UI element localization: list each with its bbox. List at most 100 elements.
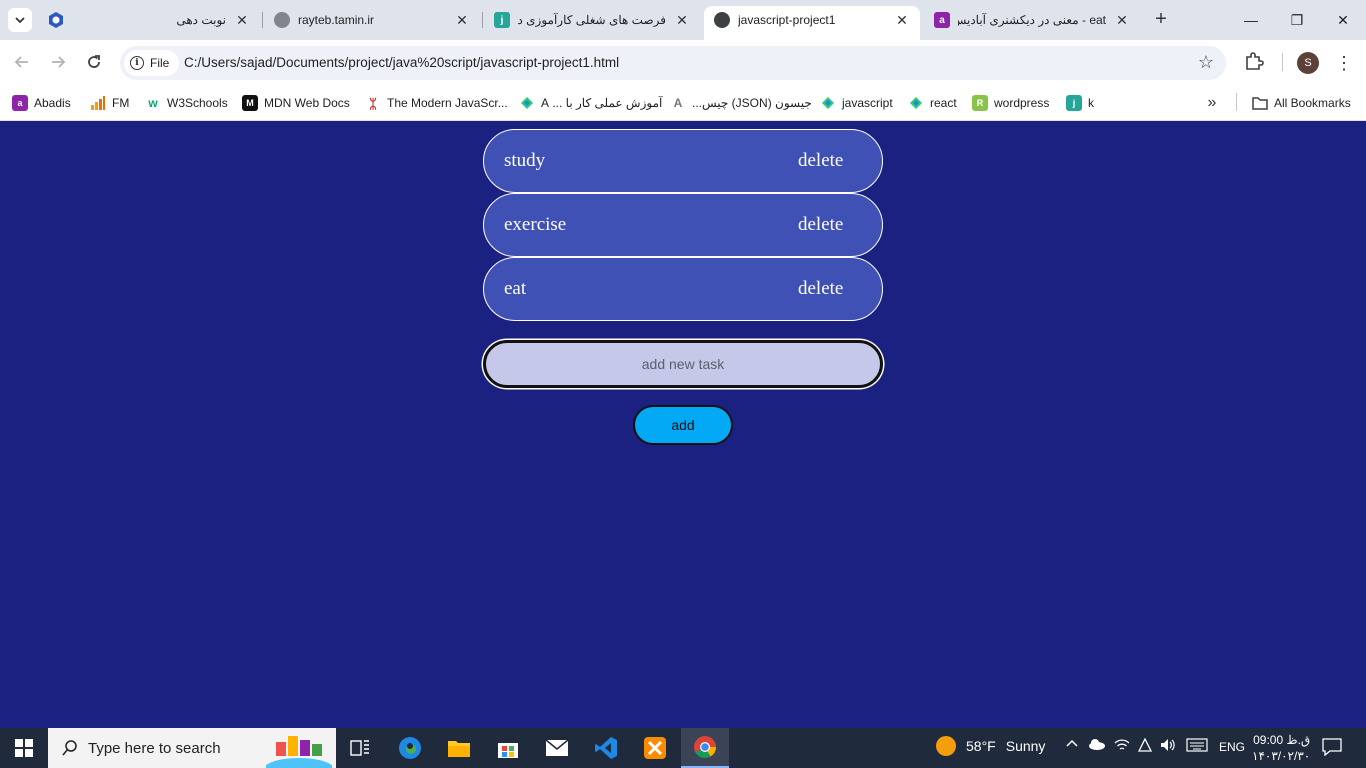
mail-app[interactable] (533, 728, 581, 768)
tab-rayteb[interactable]: rayteb.tamin.ir ✕ (264, 6, 480, 34)
abadis-icon: a (934, 12, 950, 28)
bookmark-label: W3Schools (167, 96, 228, 110)
bookmark-modern-js[interactable]: ᛯ The Modern JavaScr... (365, 91, 508, 115)
mail-icon (545, 739, 569, 756)
bookmark-label: The Modern JavaScr... (387, 96, 508, 110)
bookmarks-bar: a Abadis FM w W3Schools M MDN Web Docs ᛯ… (0, 85, 1366, 121)
bookmarks-divider (1236, 93, 1237, 111)
vscode-app[interactable] (582, 728, 630, 768)
new-tab-button[interactable]: + (1150, 9, 1172, 31)
network-icon[interactable] (1137, 737, 1153, 755)
weather-temp: 58°F (966, 738, 996, 754)
add-task-button[interactable]: add (633, 405, 733, 445)
close-icon[interactable]: ✕ (1114, 12, 1130, 28)
menu-icon[interactable]: ⋮ (1334, 50, 1354, 76)
bookmark-star-icon[interactable]: ☆ (1198, 52, 1214, 73)
task-view-button[interactable] (336, 728, 384, 768)
windows-logo-icon (15, 739, 33, 757)
task-item: exercise delete (483, 193, 883, 257)
reload-button[interactable] (80, 48, 108, 76)
tab-javascript-project1[interactable]: javascript-project1 ✕ (704, 6, 920, 40)
delete-button[interactable]: delete (798, 278, 843, 300)
profile-avatar[interactable]: S (1297, 52, 1319, 74)
bookmark-k[interactable]: j k (1066, 91, 1094, 115)
bookmark-react[interactable]: react (908, 91, 957, 115)
tab-appointment[interactable]: نوبت دهی ✕ (80, 6, 260, 34)
bookmark-wordpress[interactable]: R wordpress (972, 91, 1049, 115)
chrome-app[interactable] (681, 728, 729, 768)
extensions-button[interactable] (1242, 49, 1266, 73)
bookmark-sabzlearn[interactable]: آموزش عملی کار با ... A (519, 91, 662, 115)
jobinja-icon: j (1066, 95, 1082, 111)
onedrive-icon[interactable] (1088, 738, 1106, 753)
file-explorer-app[interactable] (435, 728, 483, 768)
restore-button[interactable]: ❐ (1274, 0, 1320, 40)
notification-icon (1322, 738, 1342, 757)
taskbar-search[interactable]: Type here to search (48, 728, 336, 768)
forward-arrow-icon (52, 56, 66, 68)
task-name: eat (504, 278, 527, 299)
notification-button[interactable] (1322, 738, 1342, 757)
w3schools-icon: w (145, 95, 161, 111)
tab-abadis[interactable]: a eat - معنی در دیکشنری آبادیس ✕ (924, 6, 1140, 34)
chevron-down-icon (15, 17, 25, 24)
bookmark-label: react (930, 96, 957, 110)
puzzle-icon (1246, 52, 1264, 70)
xampp-app[interactable] (631, 728, 679, 768)
close-icon[interactable]: ✕ (454, 12, 470, 28)
tab-search-button[interactable] (8, 8, 32, 32)
wifi-icon[interactable] (1114, 738, 1130, 755)
back-button[interactable] (8, 48, 36, 76)
more-bookmarks-icon[interactable]: » (1200, 91, 1224, 115)
start-button[interactable] (0, 728, 48, 768)
address-bar[interactable]: i File C:/Users/sajad/Documents/project/… (120, 46, 1226, 80)
tab-strip: نوبت دهی ✕ rayteb.tamin.ir ✕ j فرصت های … (0, 0, 1366, 40)
bookmark-label: آموزش عملی کار با ... A (541, 96, 663, 110)
edge-app[interactable] (386, 728, 434, 768)
bookmark-javascript[interactable]: javascript (820, 91, 893, 115)
bookmark-abadis[interactable]: a Abadis (12, 91, 71, 115)
new-task-input[interactable] (483, 340, 883, 388)
folder-icon (1252, 97, 1268, 110)
clock[interactable]: ق.ظ 09:00 ۱۴۰۳/۰۲/۳۰ (1252, 732, 1310, 764)
store-app[interactable] (484, 728, 532, 768)
vscode-icon (595, 737, 617, 759)
all-bookmarks-button[interactable]: All Bookmarks (1252, 91, 1351, 115)
pinned-tab[interactable] (44, 8, 68, 32)
weather-text: Sunny (1005, 738, 1046, 754)
delete-button[interactable]: delete (798, 150, 843, 172)
clock-date: ۱۴۰۳/۰۲/۳۰ (1252, 749, 1311, 763)
tab-separator (262, 12, 263, 28)
task-name: study (504, 150, 546, 171)
close-icon[interactable]: ✕ (674, 12, 690, 28)
delete-button[interactable]: delete (798, 214, 843, 236)
close-icon[interactable]: ✕ (234, 12, 250, 28)
site-info-chip[interactable]: i File (124, 50, 180, 76)
bookmark-mdn[interactable]: M MDN Web Docs (242, 91, 350, 115)
language-indicator[interactable]: ENG (1219, 740, 1245, 754)
tab-title: نوبت دهی (176, 13, 226, 27)
minimize-button[interactable]: — (1228, 0, 1274, 40)
sun-icon (936, 736, 956, 756)
weather-widget[interactable]: 58°F Sunny (936, 736, 1045, 756)
search-placeholder: Type here to search (88, 739, 221, 757)
store-icon (498, 743, 518, 758)
bookmark-fm[interactable]: FM (90, 91, 129, 115)
volume-icon[interactable] (1160, 738, 1176, 755)
close-icon[interactable]: ✕ (894, 12, 910, 28)
tab-jobs[interactable]: j فرصت های شغلی کارآموزی د ✕ (484, 6, 700, 34)
all-bookmarks-label: All Bookmarks (1274, 96, 1351, 110)
bookmark-json[interactable]: A جیسون (JSON) چیس... (670, 91, 812, 115)
site-info-label: File (150, 56, 170, 70)
bookmark-w3schools[interactable]: w W3Schools (145, 91, 228, 115)
back-arrow-icon (14, 56, 28, 68)
tab-title: rayteb.tamin.ir (298, 13, 375, 27)
forward-button[interactable] (44, 48, 72, 76)
search-icon (62, 740, 77, 756)
keyboard-icon[interactable] (1186, 738, 1208, 755)
close-window-button[interactable]: ✕ (1320, 0, 1366, 40)
url-text[interactable]: C:/Users/sajad/Documents/project/java%20… (184, 55, 619, 70)
text-icon: A (670, 95, 686, 111)
bookmark-label: MDN Web Docs (264, 96, 350, 110)
show-hidden-icons[interactable] (1066, 738, 1078, 753)
